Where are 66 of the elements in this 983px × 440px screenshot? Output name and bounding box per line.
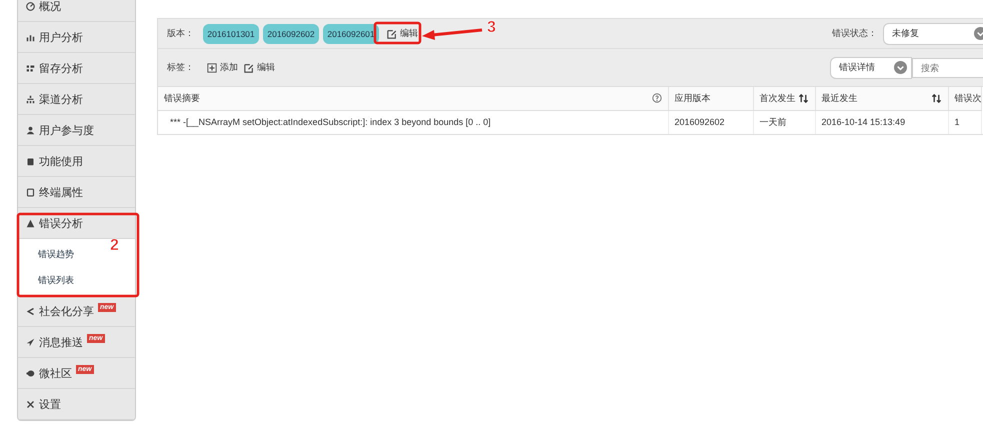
annotation-number: 2 [110, 237, 119, 254]
status-label: 错误状态： [832, 27, 877, 40]
send-icon [26, 338, 35, 346]
sidebar-item[interactable]: 概况 [18, 0, 135, 22]
sidebar-item-label: 设置 [39, 398, 61, 412]
sidebar-item[interactable]: 终端属性 [18, 177, 135, 208]
edit-link[interactable]: 编辑 [244, 61, 275, 74]
sidebar-item[interactable]: 用户分析 [18, 22, 135, 53]
tag-label: 标签： [167, 61, 195, 74]
version-tag[interactable]: 2016092602 [263, 24, 319, 44]
annotation-box [374, 22, 422, 44]
version-label: 版本： [167, 27, 195, 40]
sidebar-item-label: 留存分析 [39, 62, 83, 76]
grid-icon [26, 64, 35, 72]
table-cell: 2016092602 [668, 110, 753, 134]
sidebar-item-label: 社会化分享 [39, 304, 94, 318]
status-select[interactable]: 未修复 [883, 22, 983, 44]
sort-icon[interactable] [930, 92, 942, 104]
box-icon [26, 156, 35, 166]
column-title: 最近发生 [822, 92, 858, 105]
submenu-item[interactable]: 错误趋势 [38, 241, 74, 267]
sidebar-item[interactable]: 渠道分析 [18, 84, 135, 115]
annotation-arrow [422, 28, 482, 40]
help-icon[interactable] [652, 93, 662, 104]
sidebar-item-label: 错误分析 [39, 216, 83, 230]
submenu-item[interactable]: 错误列表 [38, 267, 74, 293]
chart-icon [26, 32, 35, 42]
add-link[interactable]: 添加 [207, 61, 238, 74]
sidebar-item-label: 概况 [39, 0, 61, 14]
sidebar-item-label: 微社区 [39, 366, 72, 380]
column-title: 错误次 [954, 92, 982, 105]
add-icon [207, 62, 217, 72]
sidebar-item-label: 终端属性 [39, 186, 83, 200]
version-tag[interactable]: 2016101301 [203, 24, 259, 44]
tools-icon [26, 400, 35, 408]
sidebar-item[interactable]: 设置 [18, 389, 135, 420]
table-cell: 2016-10-14 15:13:49 [815, 110, 948, 134]
chat-icon [26, 368, 35, 378]
table-cell: 1 [948, 110, 981, 134]
sidebar-item-label: 用户分析 [39, 30, 83, 44]
edit-link[interactable]: 编辑 [387, 27, 418, 40]
dropdown-icon [894, 61, 907, 74]
sidebar-item[interactable]: 留存分析 [18, 53, 135, 84]
sidebar-item-label: 消息推送 [39, 336, 83, 350]
column-title: 应用版本 [674, 92, 710, 105]
annotation-number: 3 [487, 19, 496, 36]
user-icon [26, 126, 35, 134]
column-title: 错误摘要 [164, 92, 200, 105]
gauge-icon [26, 2, 35, 10]
column-title: 首次发生 [760, 92, 796, 105]
sidebar-item[interactable]: 用户参与度 [18, 115, 135, 146]
edit-icon [244, 62, 254, 72]
sidebar-item-label: 用户参与度 [39, 124, 94, 138]
sort-icon[interactable] [798, 92, 808, 104]
share-icon [26, 306, 35, 316]
search-field[interactable]: 搜索 [912, 58, 983, 78]
sidebar-item-label: 渠道分析 [39, 92, 83, 106]
sidebar-item-label: 功能使用 [39, 154, 83, 168]
edit-icon [387, 28, 397, 38]
warn-icon [26, 218, 35, 228]
sidebar-item[interactable]: 功能使用 [18, 146, 135, 177]
table-cell: 一天前 [753, 110, 815, 134]
tree-icon [26, 94, 35, 104]
detail-select[interactable]: 错误详情 [830, 56, 912, 78]
table-cell: *** -[__NSArrayM setObject:atIndexedSubscript:]: index 3 beyond bounds [0 .. 0] [158, 110, 668, 134]
device-icon [26, 188, 35, 196]
